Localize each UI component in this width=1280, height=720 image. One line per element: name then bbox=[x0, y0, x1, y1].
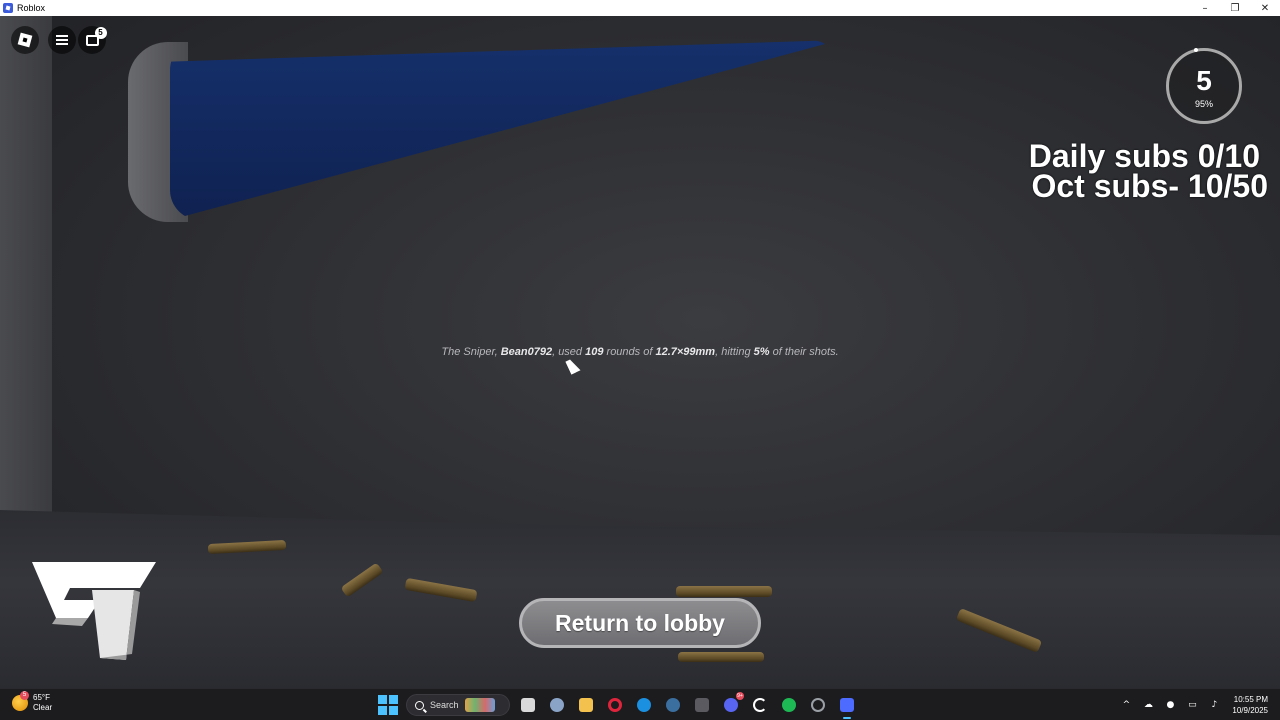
window-title: Roblox bbox=[17, 3, 46, 13]
microphone-icon[interactable]: ● bbox=[1164, 699, 1176, 711]
window-titlebar: Roblox – ❐ ✕ bbox=[0, 0, 1280, 16]
taskbar-clock[interactable]: 10:55 PM 10/9/2025 bbox=[1232, 694, 1268, 716]
return-to-lobby-button[interactable]: Return to lobby bbox=[519, 598, 761, 648]
settings-icon[interactable] bbox=[546, 694, 568, 716]
task-view-icon[interactable] bbox=[517, 694, 539, 716]
maximize-button[interactable]: ❐ bbox=[1220, 0, 1250, 16]
app-c-icon[interactable] bbox=[749, 694, 771, 716]
chevron-up-icon[interactable]: ^ bbox=[1120, 699, 1132, 711]
message-hit-pct: 5% bbox=[753, 346, 770, 358]
sky-window bbox=[170, 40, 840, 220]
taskbar-center: Search 9+ bbox=[378, 692, 858, 719]
search-highlight-icon bbox=[464, 698, 495, 712]
hamburger-icon bbox=[56, 35, 68, 45]
network-icon[interactable]: ▭ bbox=[1186, 699, 1198, 711]
windows-start-icon[interactable] bbox=[378, 695, 398, 715]
bullet-casing bbox=[676, 586, 772, 597]
close-button[interactable]: ✕ bbox=[1250, 0, 1280, 16]
window-controls: – ❐ ✕ bbox=[1190, 0, 1280, 16]
chat-button[interactable]: 5 bbox=[78, 26, 107, 54]
weather-temp: 65°F bbox=[33, 693, 50, 702]
game-viewport[interactable]: 5 5 95% Daily subs 0/10 Oct subs- 10/50 … bbox=[0, 16, 1280, 688]
search-label: Search bbox=[430, 700, 459, 710]
weather-desc: Clear bbox=[33, 703, 53, 712]
weather-text: 65°F Clear bbox=[33, 693, 52, 713]
system-tray: ^ ☁ ● ▭ ♪ 10:55 PM 10/9/2025 bbox=[1110, 689, 1268, 720]
opera-icon[interactable] bbox=[604, 694, 626, 716]
weather-badge: 5 bbox=[20, 691, 29, 700]
circular-counter: 5 95% bbox=[1166, 48, 1242, 124]
clock-date: 10/9/2025 bbox=[1232, 706, 1268, 715]
discord-icon[interactable]: 9+ bbox=[720, 692, 744, 716]
message-player: Bean0792 bbox=[500, 346, 553, 358]
message-mid1: , used bbox=[552, 346, 586, 358]
chat-icon: 5 bbox=[85, 26, 107, 46]
chrome-icon[interactable] bbox=[807, 694, 829, 716]
hamburger-menu-button[interactable] bbox=[48, 26, 76, 54]
counter-percent: 95% bbox=[1194, 99, 1213, 109]
message-caliber: 12.7×99mm bbox=[655, 346, 716, 358]
discord-badge: 9+ bbox=[736, 692, 744, 700]
steam-icon[interactable] bbox=[662, 694, 684, 716]
oct-subs-text: Oct subs- 10/50 bbox=[1031, 168, 1268, 204]
cloud-icon[interactable]: ☁ bbox=[1142, 699, 1154, 711]
wall-left bbox=[0, 16, 52, 516]
counter-progress-dot bbox=[1194, 48, 1198, 52]
search-icon bbox=[415, 700, 424, 710]
edge-icon[interactable] bbox=[633, 694, 655, 716]
roblox-logo-icon bbox=[17, 32, 33, 48]
davinci-icon[interactable] bbox=[691, 694, 713, 716]
chat-badge: 5 bbox=[94, 26, 107, 39]
file-explorer-icon[interactable] bbox=[575, 694, 597, 716]
message-mid2: rounds of bbox=[603, 346, 656, 358]
windows-taskbar: 5 65°F Clear Search 9+ ^ ☁ ● ▭ ♪ 10:55 P… bbox=[0, 688, 1280, 720]
message-suffix: of their shots. bbox=[769, 346, 839, 358]
volume-icon[interactable]: ♪ bbox=[1208, 699, 1220, 711]
message-rounds: 109 bbox=[585, 346, 604, 358]
round-summary-message: The Sniper, Bean0792, used 109 rounds of… bbox=[0, 346, 1280, 358]
taskbar-search[interactable]: Search bbox=[406, 694, 510, 716]
message-mid3: , hitting bbox=[715, 346, 754, 358]
mouse-cursor-icon bbox=[565, 357, 581, 375]
weather-widget[interactable]: 5 65°F Clear bbox=[12, 691, 52, 713]
roblox-app-icon bbox=[3, 3, 13, 13]
bullet-casing bbox=[678, 652, 764, 662]
message-prefix: The Sniper, bbox=[441, 346, 501, 358]
clock-time: 10:55 PM bbox=[1233, 695, 1268, 704]
roblox-taskbar-icon[interactable] bbox=[836, 694, 858, 719]
spotify-icon[interactable] bbox=[778, 694, 800, 716]
weather-moon-icon: 5 bbox=[12, 691, 29, 711]
minimize-button[interactable]: – bbox=[1190, 0, 1220, 16]
counter-value: 5 bbox=[1196, 65, 1212, 96]
roblox-menu-button[interactable] bbox=[11, 26, 39, 54]
channel-logo-icon bbox=[32, 562, 156, 660]
